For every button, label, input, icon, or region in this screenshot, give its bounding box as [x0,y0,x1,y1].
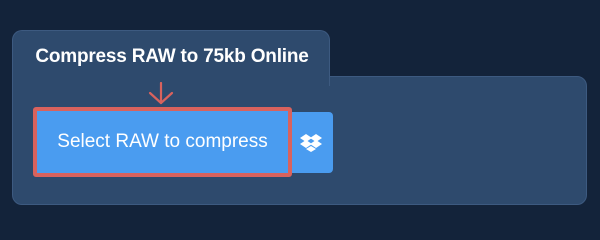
select-file-button[interactable]: Select RAW to compress [33,107,292,177]
tab-card-join [13,74,329,80]
uploader-title: Compress RAW to 75kb Online [35,46,309,67]
dropbox-icon [299,133,322,152]
dropbox-button[interactable] [288,112,333,173]
arrow-down-icon [148,82,174,105]
uploader-panel: Compress RAW to 75kb Online Select RAW t… [0,0,600,230]
